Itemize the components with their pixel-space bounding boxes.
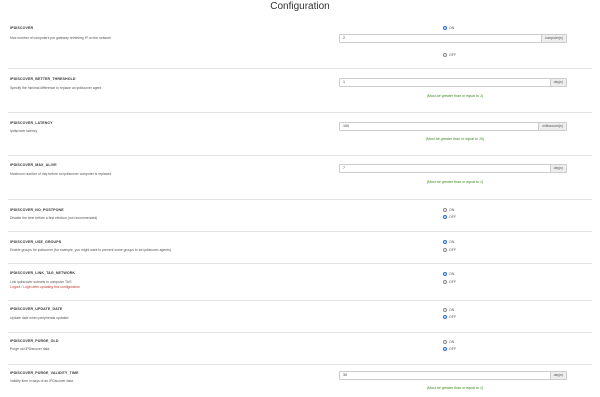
radio-unselected-icon[interactable] <box>443 340 447 344</box>
setting-ipdiscover-purge-validity-time: IPDISCOVER_PURGE_VALIDITY_TIME Validity … <box>8 364 592 397</box>
setting-ipdiscover-max-alive: IPDISCOVER_MAX_ALIVE Maximum number of d… <box>8 155 592 200</box>
setting-name: IPDISCOVER_LINK_TAG_NETWORK <box>10 271 76 275</box>
validation-hint: (Must be greater than or equal to 1) <box>426 94 484 98</box>
setting-description: Disable the time before a first election… <box>10 216 98 220</box>
radio-selected-icon[interactable] <box>443 315 447 319</box>
radio-off[interactable]: OFF <box>443 347 456 351</box>
radio-off[interactable]: OFF <box>443 248 456 252</box>
setting-name: IPDISCOVER_USE_GROUPS <box>10 240 62 244</box>
radio-off[interactable]: OFF <box>443 53 456 57</box>
setting-name: IPDISCOVER <box>10 26 34 30</box>
setting-ipdiscover: IPDISCOVER Max number of computers per g… <box>8 18 592 73</box>
radio-on[interactable]: ON <box>443 208 454 212</box>
page-title: Configuration <box>270 1 330 12</box>
setting-name: IPDISCOVER_NO_POSTPONE <box>10 208 64 212</box>
setting-name: IPDISCOVER_PURGE_OLD <box>10 339 59 343</box>
value-input[interactable]: 30 day(s) <box>339 371 567 380</box>
radio-unselected-icon[interactable] <box>443 280 447 284</box>
value-input[interactable]: 1 day(s) <box>339 78 567 87</box>
setting-description: Validity time in days of an IPDiscover d… <box>10 379 74 383</box>
radio-off[interactable]: OFF <box>443 315 456 319</box>
setting-description: Update date when peripherals updated <box>10 316 69 320</box>
radio-selected-icon[interactable] <box>443 347 447 351</box>
setting-ipdiscover-better-threshold: IPDISCOVER_BETTER_THRESHOLD Specify the … <box>8 68 592 112</box>
setting-description: Specify the minimal difference to replac… <box>10 86 102 90</box>
value-input[interactable]: 7 day(s) <box>339 164 567 173</box>
setting-ipdiscover-update-date: IPDISCOVER_UPDATE_DATE Update date when … <box>8 300 592 332</box>
setting-name: IPDISCOVER_LATENCY <box>10 121 53 125</box>
setting-name: IPDISCOVER_UPDATE_DATE <box>10 307 63 311</box>
radio-on[interactable]: ON <box>443 240 454 244</box>
radio-unselected-icon[interactable] <box>443 248 447 252</box>
setting-name: IPDISCOVER_MAX_ALIVE <box>10 163 57 167</box>
radio-on[interactable]: ON <box>443 308 454 312</box>
setting-ipdiscover-use-groups: IPDISCOVER_USE_GROUPS Enable groups for … <box>8 231 592 263</box>
radio-on[interactable]: ON <box>443 340 454 344</box>
radio-selected-icon[interactable] <box>443 26 447 30</box>
setting-description: Link ipdiscover subnets to computer TAG <box>10 280 72 284</box>
setting-ipdiscover-purge-old: IPDISCOVER_PURGE_OLD Purge old IPDiscove… <box>8 332 592 364</box>
radio-on[interactable]: ON <box>443 26 454 30</box>
radio-unselected-icon[interactable] <box>443 308 447 312</box>
radio-unselected-icon[interactable] <box>443 53 447 57</box>
radio-selected-icon[interactable] <box>443 272 447 276</box>
setting-description: Maximum number of day before an ipdiscov… <box>10 172 112 176</box>
validation-hint: (Must be greater than or equal to 10) <box>425 137 485 141</box>
setting-description: Max number of computers per gateway retr… <box>10 36 111 40</box>
setting-ipdiscover-latency: IPDISCOVER_LATENCY Ipdiscover latency 10… <box>8 112 592 157</box>
setting-name: IPDISCOVER_PURGE_VALIDITY_TIME <box>10 371 79 375</box>
setting-name: IPDISCOVER_BETTER_THRESHOLD <box>10 77 76 81</box>
radio-on[interactable]: ON <box>443 272 454 276</box>
value-input[interactable]: 2 computer(s) <box>339 34 567 43</box>
value-input[interactable]: 100 millisecond(s) <box>339 122 567 131</box>
setting-ipdiscover-link-tag-network: IPDISCOVER_LINK_TAG_NETWORK Link ipdisco… <box>8 263 592 300</box>
warning-text: Logout / Login after updating this confi… <box>10 285 80 289</box>
setting-description: Purge old IPDiscover data <box>10 347 50 351</box>
setting-description: Enable groups for ipdiscover (for exampl… <box>10 248 171 252</box>
validation-hint: (Must be greater than or equal to 1) <box>426 180 484 184</box>
setting-description: Ipdiscover latency <box>10 129 38 133</box>
radio-selected-icon[interactable] <box>443 215 447 219</box>
setting-ipdiscover-no-postpone: IPDISCOVER_NO_POSTPONE Disable the time … <box>8 199 592 231</box>
radio-selected-icon[interactable] <box>443 240 447 244</box>
radio-unselected-icon[interactable] <box>443 208 447 212</box>
radio-off[interactable]: OFF <box>443 280 456 284</box>
radio-off[interactable]: OFF <box>443 215 456 219</box>
validation-hint: (Must be greater than or equal to 1) <box>426 386 484 390</box>
